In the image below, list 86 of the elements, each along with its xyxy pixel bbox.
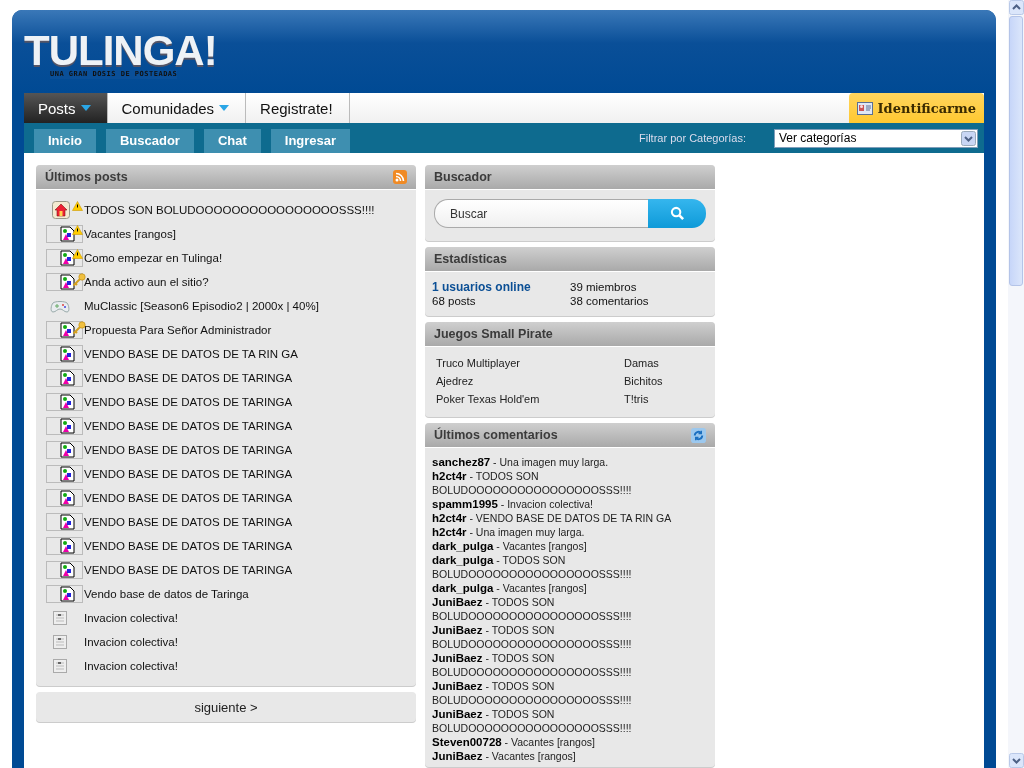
id-card-icon xyxy=(857,101,874,115)
comment-entry: Steven00728 - Vacantes [rangos] xyxy=(432,735,596,749)
game-link[interactable]: Poker Texas Hold'em xyxy=(436,393,624,405)
scroll-down-icon[interactable] xyxy=(1008,753,1024,768)
post-link[interactable]: VENDO BASE DE DATOS DE TARINGA xyxy=(84,564,293,576)
post-link[interactable]: Vacantes [rangos] xyxy=(84,228,176,240)
post-link[interactable]: MuClassic [Season6 Episodio2 | 2000x | 40%] xyxy=(84,300,319,312)
panel-title: Estadísticas xyxy=(434,252,507,266)
post-link[interactable]: VENDO BASE DE DATOS DE TARINGA xyxy=(84,396,293,408)
comment-entry: JuniBaez - TODOS SON BOLUDOOOOOOOOOOOOOOOOSSS!!!! xyxy=(432,623,633,651)
broken-image-icon xyxy=(46,369,83,387)
scrollbar[interactable] xyxy=(1008,0,1024,768)
document-icon xyxy=(53,659,67,673)
post-link[interactable]: Como empezar en Tulinga! xyxy=(84,252,223,264)
post-link[interactable]: TODOS SON BOLUDOOOOOOOOOOOOOOOOSSS!!!! xyxy=(84,204,375,216)
broken-image-icon xyxy=(46,345,83,363)
sub-nav-link[interactable]: Inicio xyxy=(34,129,96,153)
game-link[interactable]: Damas xyxy=(624,357,704,369)
scroll-thumb[interactable] xyxy=(1009,16,1023,286)
comment-entry: dark_pulga - Vacantes [rangos] xyxy=(432,539,588,553)
post-link[interactable]: VENDO BASE DE DATOS DE TARINGA xyxy=(84,540,293,552)
post-link[interactable]: Invacion colectiva! xyxy=(84,612,178,624)
post-link[interactable]: VENDO BASE DE DATOS DE TARINGA xyxy=(84,468,293,480)
broken-image-icon xyxy=(46,417,83,435)
broken-image-icon xyxy=(46,561,83,579)
house-icon xyxy=(52,201,70,219)
site-logo[interactable]: TULINGA! xyxy=(24,32,217,70)
game-link[interactable]: Ajedrez xyxy=(436,375,624,387)
broken-image-icon xyxy=(46,585,83,603)
post-link[interactable]: VENDO BASE DE DATOS DE TARINGA xyxy=(84,444,293,456)
comment-entry: JuniBaez - Vacantes [rangos] xyxy=(432,749,577,763)
comment-entry: spamm1995 - Invacion colectiva! xyxy=(432,497,594,511)
post-link[interactable]: VENDO BASE DE DATOS DE TARINGA xyxy=(84,516,293,528)
broken-image-icon xyxy=(46,441,83,459)
sub-nav-link[interactable]: Buscador xyxy=(105,129,194,153)
game-link[interactable]: Truco Multiplayer xyxy=(436,357,624,369)
members-count: 39 miembros xyxy=(570,280,638,294)
posts-count: 68 posts xyxy=(432,294,477,308)
post-link[interactable]: Invacion colectiva! xyxy=(84,660,178,672)
post-link[interactable]: Propuesta Para Señor Administrador xyxy=(84,324,272,336)
search-field[interactable]: Buscar xyxy=(434,199,648,228)
scroll-up-icon[interactable] xyxy=(1008,0,1024,15)
post-link[interactable]: VENDO BASE DE DATOS DE TARINGA xyxy=(84,372,293,384)
next-page-button[interactable]: siguiente > xyxy=(36,692,416,722)
sub-nav-link[interactable]: Ingresar xyxy=(270,129,351,153)
game-link[interactable]: Bichitos xyxy=(624,375,704,387)
comment-entry: h2ct4r - Una imagen muy larga. xyxy=(432,525,586,539)
category-select[interactable]: Ver categorías xyxy=(774,128,978,148)
gamepad-icon xyxy=(50,298,70,314)
game-link[interactable]: T!tris xyxy=(624,393,704,405)
comment-entry: JuniBaez - TODOS SON BOLUDOOOOOOOOOOOOOOOOSSS!!!! xyxy=(432,651,633,679)
comment-entry: h2ct4r - TODOS SON BOLUDOOOOOOOOOOOOOOOOSSS!!!! xyxy=(432,469,633,497)
document-icon xyxy=(53,611,67,625)
broken-image-icon xyxy=(46,537,83,555)
rss-icon[interactable] xyxy=(393,170,407,184)
refresh-icon[interactable] xyxy=(691,427,706,443)
comment-entry: JuniBaez - TODOS SON BOLUDOOOOOOOOOOOOOOOOSSS!!!! xyxy=(432,707,633,735)
filter-label: Filtrar por Categorías: xyxy=(639,132,746,144)
post-link[interactable]: Invacion colectiva! xyxy=(84,636,178,648)
post-link[interactable]: VENDO BASE DE DATOS DE TA RIN GA xyxy=(84,348,298,360)
comment-entry: h2ct4r - VENDO BASE DE DATOS DE TA RIN GA xyxy=(432,511,673,525)
panel-title: Buscador xyxy=(434,170,492,184)
comment-entry: dark_pulga - TODOS SON BOLUDOOOOOOOOOOOOOOOOSSS!!!! xyxy=(432,553,633,581)
broken-image-icon xyxy=(46,489,83,507)
post-link[interactable]: VENDO BASE DE DATOS DE TARINGA xyxy=(84,492,293,504)
panel-title: Juegos Small Pirate xyxy=(434,327,553,341)
search-button[interactable] xyxy=(648,199,706,228)
nav-tab[interactable]: Posts xyxy=(24,93,108,123)
search-icon xyxy=(669,206,685,221)
panel-title: Últimos comentarios xyxy=(434,428,558,442)
comment-entry: JuniBaez - TODOS SON BOLUDOOOOOOOOOOOOOOOOSSS!!!! xyxy=(432,679,633,707)
post-link[interactable]: VENDO BASE DE DATOS DE TARINGA xyxy=(84,420,293,432)
broken-image-icon xyxy=(46,465,83,483)
broken-image-icon xyxy=(46,393,83,411)
online-users-link[interactable]: 1 usuarios online xyxy=(432,280,570,294)
broken-image-icon xyxy=(46,513,83,531)
document-icon xyxy=(53,635,67,649)
post-link[interactable]: Anda activo aun el sitio? xyxy=(84,276,209,288)
comment-entry: sanchez87 - Una imagen muy larga. xyxy=(432,455,610,469)
login-button[interactable]: Identificarme xyxy=(849,93,984,123)
comments-count: 38 comentarios xyxy=(570,294,650,308)
comment-entry: dark_pulga - Vacantes [rangos] xyxy=(432,581,588,595)
comment-entry: JuniBaez - TODOS SON BOLUDOOOOOOOOOOOOOOOOSSS!!!! xyxy=(432,595,633,623)
sub-nav-link[interactable]: Chat xyxy=(203,129,261,153)
panel-title: Últimos posts xyxy=(45,170,128,184)
post-link[interactable]: Vendo base de datos de Taringa xyxy=(84,588,249,600)
